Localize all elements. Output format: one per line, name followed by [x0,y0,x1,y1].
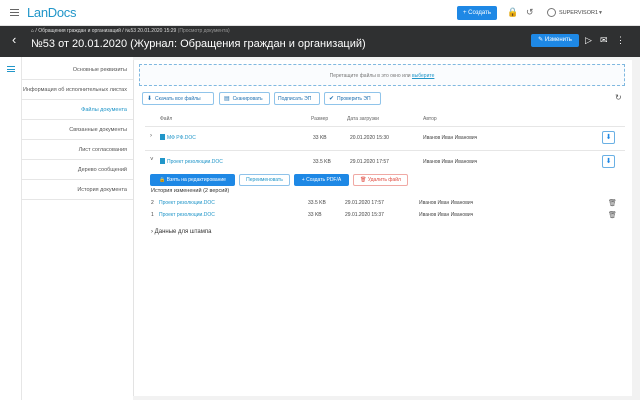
nav-item-message-tree[interactable]: Дерево сообщений [22,160,133,180]
column-author[interactable]: Автор [423,116,437,122]
side-strip [0,57,22,400]
more-vertical-icon[interactable]: ⋮ [616,35,625,45]
select-files-link[interactable]: выберите [412,73,434,79]
version-number: 2 [151,200,154,206]
delete-file-button[interactable]: 🗑 Удалить файл [353,174,408,186]
scanner-icon: ▤ [224,96,230,102]
chevron-right-icon: › [151,229,153,235]
nav-item-enforcement-info[interactable]: Информация об исполнительных листах [22,80,133,100]
create-pdfa-button[interactable]: + Создать PDF/A [294,174,349,186]
file-author: Иванов Иван Иванович [423,159,478,165]
chevron-right-icon[interactable]: › [150,133,152,139]
version-author: Иванов Иван Иванович [419,200,474,206]
scan-button[interactable]: ▤ Сканировать [219,92,270,105]
lock-icon: 🔒 [159,177,166,183]
user-avatar-icon[interactable] [547,8,556,17]
column-file[interactable]: Файл [160,116,172,122]
chevron-down-icon[interactable]: ▼ [598,10,603,16]
file-date: 29.01.2020 17:57 [350,159,389,165]
divider [145,126,625,127]
sign-button[interactable]: Подписать ЭП [274,92,320,105]
edit-button[interactable]: ✎ Изменить [531,34,579,47]
document-sections-nav: Основные реквизиты Информация об исполни… [22,60,133,200]
nav-item-main-attributes[interactable]: Основные реквизиты [22,60,133,80]
list-icon[interactable] [7,66,15,72]
create-button[interactable]: + Создать [457,6,497,20]
column-size[interactable]: Размер [311,116,328,122]
file-link[interactable]: МФ РФ.DOC [160,134,196,141]
hamburger-menu-icon[interactable] [10,9,19,16]
breadcrumb-journal[interactable]: Обращения граждан и организаций [38,28,121,34]
file-icon [160,134,165,140]
back-arrow-icon[interactable]: ‹ [12,33,16,46]
download-all-button[interactable]: ⬇ Скачать все файлы [142,92,214,105]
trash-icon[interactable]: 🗑 [608,199,617,207]
file-link[interactable]: Проект резолюции.DOC [160,158,223,165]
version-number: 1 [151,212,154,218]
chevron-down-icon[interactable]: ˅ [150,157,154,163]
breadcrumb-mode: (Просмотр документа) [177,28,230,34]
stamp-data-toggle[interactable]: › Данные для штампа [151,229,211,235]
file-size: 33 KB [313,135,327,141]
file-date: 20.01.2020 15:30 [350,135,389,141]
version-history-title: История изменений (2 версий) [151,188,230,194]
file-author: Иванов Иван Иванович [423,135,478,141]
lock-icon[interactable]: 🔒 [507,8,518,17]
nav-item-document-history[interactable]: История документа [22,180,133,200]
take-for-editing-button[interactable]: 🔒 Взять на редактирование [150,174,235,186]
breadcrumb: ⌂ / Обращения граждан и организаций / №5… [31,28,230,34]
download-file-button[interactable]: ⬇ [602,155,615,168]
nav-item-linked-documents[interactable]: Связанные документы [22,120,133,140]
divider [145,150,625,151]
version-date: 29.01.2020 15:37 [345,212,384,218]
app-logo[interactable]: LanDocs [27,5,77,20]
refresh-icon[interactable]: ↻ [615,93,622,102]
version-file-link[interactable]: Проект резолюции.DOC [159,200,215,206]
mail-icon[interactable]: ✉ [600,35,608,45]
download-file-button[interactable]: ⬇ [602,131,615,144]
trash-icon: 🗑 [360,177,367,183]
breadcrumb-document: №53 20.01.2020 15:29 [125,28,177,34]
history-icon[interactable]: ↺ [526,8,534,17]
user-name[interactable]: SUPERVISOR1 [559,10,598,16]
file-dropzone[interactable]: Перетащите файлы в это окно или выберите [139,64,625,86]
download-icon: ⬇ [147,96,153,102]
tag-icon[interactable]: ▷ [585,35,592,45]
column-upload-date[interactable]: Дата загрузки [347,116,379,122]
top-bar [0,0,640,26]
version-size: 33.5 KB [308,200,326,206]
files-panel [133,60,632,396]
check-circle-icon: ✔ [329,96,335,102]
version-author: Иванов Иван Иванович [419,212,474,218]
page-title: №53 от 20.01.2020 (Журнал: Обращения гра… [31,38,366,50]
version-size: 33 KB [308,212,322,218]
nav-item-document-files[interactable]: Файлы документа [22,100,133,120]
rename-button[interactable]: Переименовать [239,174,290,186]
trash-icon[interactable]: 🗑 [608,211,617,219]
nav-item-approval-sheet[interactable]: Лист согласования [22,140,133,160]
file-icon [160,158,165,164]
file-size: 33.5 KB [313,159,331,165]
verify-signature-button[interactable]: ✔ Проверить ЭП [324,92,381,105]
version-file-link[interactable]: Проект резолюции.DOC [159,212,215,218]
version-date: 29.01.2020 17:57 [345,200,384,206]
home-icon[interactable]: ⌂ [31,28,34,34]
